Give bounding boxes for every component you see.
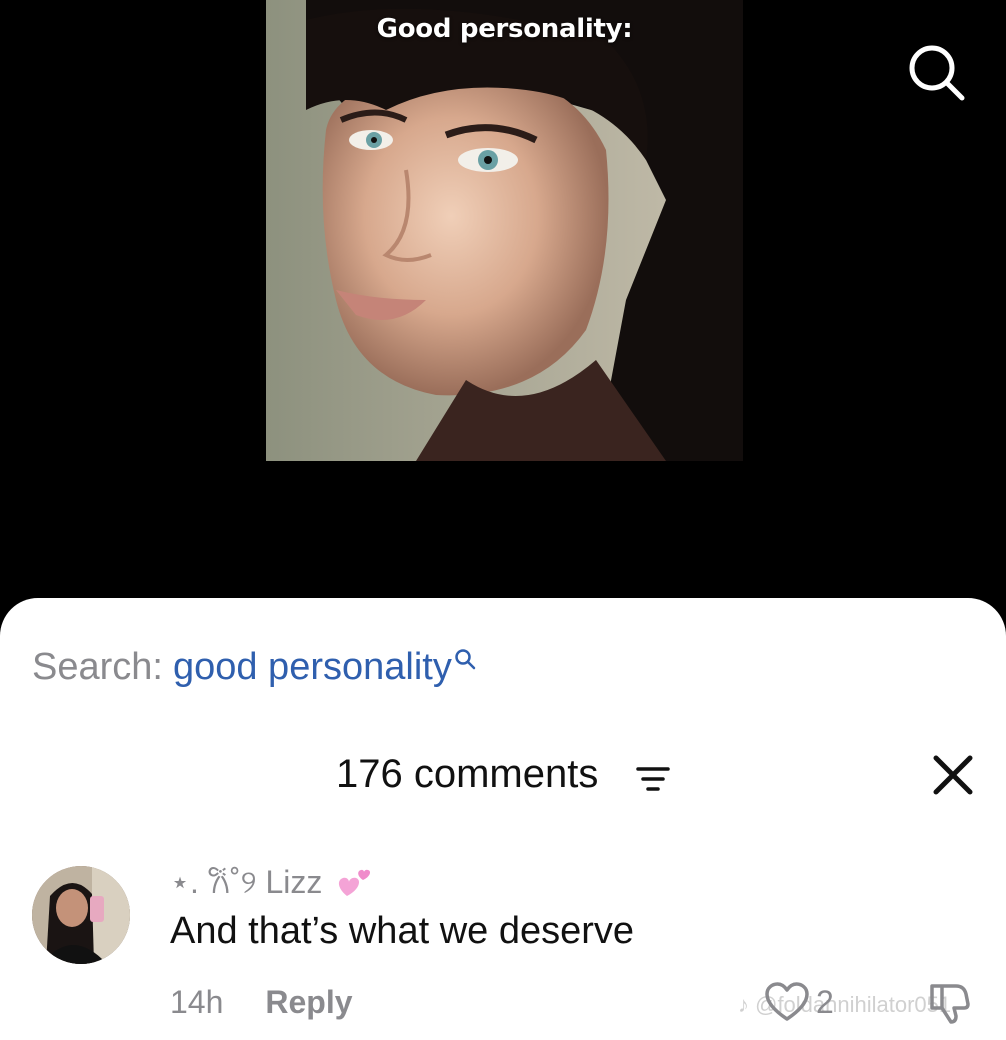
reply-button[interactable]: Reply: [265, 984, 352, 1020]
search-button[interactable]: [904, 40, 968, 104]
screen: Good personality: Search: good personalit…: [0, 0, 1006, 1040]
search-icon: [455, 649, 476, 670]
comment-time: 14h: [170, 984, 224, 1020]
comment-username[interactable]: ⋆. 𐙚˚୨ Lizz: [170, 860, 373, 903]
search-icon: [909, 45, 965, 101]
comment-meta: 14h Reply: [170, 984, 353, 1021]
thumbs-down-icon[interactable]: [926, 982, 972, 1024]
search-term-link[interactable]: good personality: [173, 646, 452, 688]
comments-sheet: Search: good personality 176 comments ⋆.…: [0, 598, 1006, 1040]
avatar[interactable]: [32, 866, 130, 964]
close-button[interactable]: [930, 752, 976, 798]
like-button[interactable]: 2: [764, 980, 834, 1024]
username-label: ⋆. 𐙚˚୨ Lizz: [170, 864, 323, 900]
comment-item: ⋆. 𐙚˚୨ Lizz And that’s what we deserve 1…: [0, 860, 1006, 1040]
video-thumbnail: [266, 0, 743, 461]
heart-outline-icon: [765, 982, 809, 1021]
search-prefix: Search:: [32, 646, 163, 688]
video-frame[interactable]: [266, 0, 743, 461]
close-icon: [933, 755, 973, 795]
comments-header: 176 comments: [0, 752, 1006, 812]
filter-icon[interactable]: [636, 764, 670, 794]
search-suggestion[interactable]: Search: good personality: [32, 646, 476, 689]
comment-text: And that’s what we deserve: [170, 910, 635, 952]
like-count: 2: [816, 983, 834, 1020]
video-caption: Good personality:: [376, 14, 633, 44]
comments-count: 176 comments: [336, 752, 599, 796]
avatar-image: [32, 866, 130, 964]
two-hearts-icon: [339, 869, 371, 896]
